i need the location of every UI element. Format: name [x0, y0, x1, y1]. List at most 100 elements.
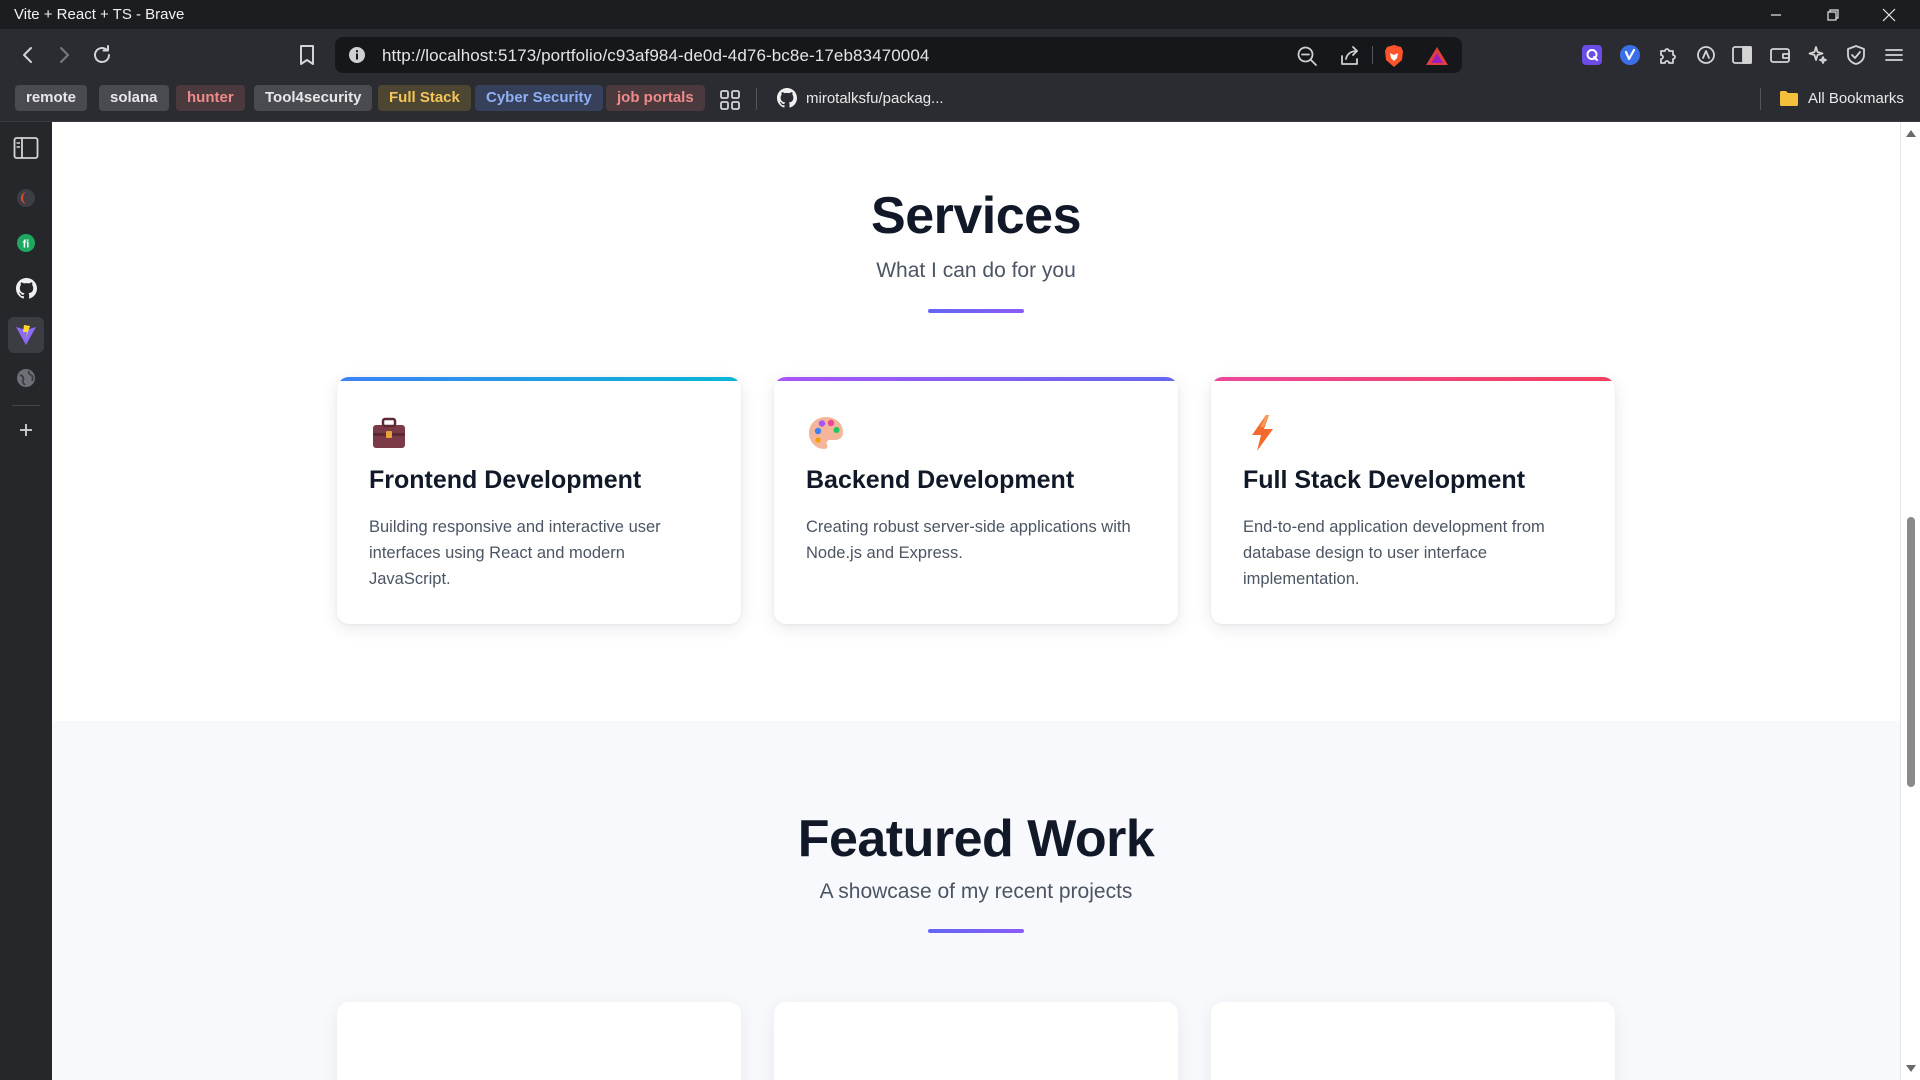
back-button[interactable]	[13, 40, 43, 70]
zoom-out-icon	[1297, 46, 1317, 66]
browser-sidebar: fi	[0, 122, 52, 1080]
share-button[interactable]	[1338, 44, 1362, 68]
minimize-button[interactable]	[1753, 0, 1799, 29]
site-info-icon[interactable]	[347, 45, 367, 65]
leo-ai-button[interactable]	[1806, 43, 1830, 67]
card-accent-bar	[774, 377, 1178, 381]
sidebar-divider	[12, 405, 40, 406]
vite-icon	[16, 325, 36, 345]
service-card-description: Building responsive and interactive user…	[369, 518, 661, 588]
service-card-title: Full Stack Development	[1243, 466, 1526, 494]
extension-q-button[interactable]	[1580, 43, 1604, 67]
restore-icon	[1827, 8, 1839, 21]
apps-button[interactable]	[715, 85, 745, 115]
project-card[interactable]	[337, 1002, 741, 1080]
bookmark-tool4security[interactable]: Tool4security	[254, 85, 373, 111]
apps-grid-icon	[720, 90, 740, 110]
card-accent-bar	[1211, 377, 1615, 381]
service-card-frontend: Frontend Development Building responsive…	[337, 377, 741, 624]
scroll-up-arrow[interactable]	[1906, 130, 1916, 137]
url-separator	[1372, 46, 1373, 64]
wallet-button[interactable]	[1768, 43, 1792, 67]
bookmark-icon	[300, 45, 314, 65]
featured-divider	[928, 929, 1024, 933]
all-bookmarks-button[interactable]: All Bookmarks	[1779, 85, 1904, 111]
menu-icon	[1885, 49, 1903, 61]
page-scrollbar[interactable]	[1900, 122, 1920, 1080]
sidebar-item-brave-talk[interactable]	[12, 184, 40, 212]
service-card-description: End-to-end application development from …	[1243, 518, 1545, 588]
scroll-down-arrow[interactable]	[1906, 1065, 1916, 1072]
service-card-backend: Backend Development Creating robust serv…	[774, 377, 1178, 624]
sidebar-item-app[interactable]: fi	[12, 229, 40, 257]
forward-button[interactable]	[49, 40, 79, 70]
browser-toolbar: http://localhost:5173/portfolio/c93af984…	[0, 29, 1920, 79]
vpn-shield-icon	[1847, 45, 1865, 65]
leo-ai-icon	[1808, 46, 1827, 64]
services-title: Services	[871, 187, 1081, 245]
sidebar-item-globe[interactable]	[12, 364, 40, 392]
sidebar-item-vite[interactable]	[8, 317, 44, 353]
bookmark-job-portals[interactable]: job portals	[606, 85, 705, 111]
sidebar-toggle-button[interactable]	[1730, 43, 1754, 67]
featured-title: Featured Work	[797, 810, 1155, 868]
wallet-icon	[1770, 48, 1790, 63]
github-icon	[777, 88, 797, 108]
bookmarks-separator	[756, 88, 757, 110]
services-section: Services What I can do for you Frontend …	[52, 122, 1900, 721]
lightning-icon	[1252, 415, 1273, 451]
github-icon	[15, 277, 37, 298]
close-button[interactable]	[1866, 0, 1912, 29]
sidebar-panel-button[interactable]	[12, 134, 40, 162]
close-icon	[1882, 8, 1896, 21]
bookmark-solana[interactable]: solana	[99, 85, 169, 111]
app-green-icon: fi	[17, 234, 35, 252]
service-card-description: Creating robust server-side applications…	[806, 518, 1131, 562]
briefcase-icon	[373, 417, 405, 448]
bookmark-github[interactable]: mirotalksfu/packag...	[777, 85, 944, 111]
reload-button[interactable]	[87, 40, 117, 70]
bookmark-page-button[interactable]	[292, 40, 322, 70]
address-url[interactable]: http://localhost:5173/portfolio/c93af984…	[382, 46, 929, 66]
brave-rewards-icon	[1426, 47, 1448, 65]
zoom-button[interactable]	[1295, 44, 1319, 68]
share-icon	[1341, 46, 1358, 65]
bookmark-cyber-security[interactable]: Cyber Security	[475, 85, 603, 111]
window-title: Vite + React + TS - Brave	[14, 6, 185, 23]
scroll-thumb[interactable]	[1907, 517, 1915, 787]
folder-icon	[1780, 90, 1798, 106]
bookmark-remote[interactable]: remote	[15, 85, 88, 111]
restore-button[interactable]	[1810, 0, 1856, 29]
bookmark-github-label: mirotalksfu/packag...	[806, 89, 944, 107]
project-card[interactable]	[774, 1002, 1178, 1080]
bookmarks-bar: remote solana hunter Tool4security Full Stac…	[0, 79, 1920, 122]
leo-icon	[1697, 46, 1715, 64]
palette-icon	[809, 417, 843, 449]
services-subtitle: What I can do for you	[876, 259, 1076, 282]
bookmark-full-stack[interactable]: Full Stack	[378, 85, 471, 111]
back-icon	[23, 47, 32, 63]
window-title-bar: Vite + React + TS - Brave	[0, 0, 1920, 29]
brave-shields-icon	[1385, 45, 1403, 67]
puzzle-icon	[1660, 48, 1676, 64]
forward-icon	[60, 47, 69, 63]
card-accent-bar	[337, 377, 741, 381]
featured-subtitle: A showcase of my recent projects	[819, 880, 1133, 903]
service-card-title: Backend Development	[806, 466, 1075, 494]
sidebar-panel-icon	[13, 137, 39, 159]
bookmark-hunter[interactable]: hunter	[176, 85, 245, 111]
extension-v-button[interactable]	[1618, 43, 1642, 67]
brave-shields-button[interactable]	[1382, 44, 1406, 68]
sidebar-toggle-icon	[1732, 46, 1752, 64]
service-card-fullstack: Full Stack Development End-to-end applic…	[1211, 377, 1615, 624]
main-menu-button[interactable]	[1882, 43, 1906, 67]
all-bookmarks-label: All Bookmarks	[1808, 89, 1904, 107]
leo-button[interactable]	[1694, 43, 1718, 67]
address-bar[interactable]: http://localhost:5173/portfolio/c93af984…	[335, 37, 1462, 73]
brave-rewards-button[interactable]	[1425, 44, 1449, 68]
extensions-button[interactable]	[1656, 43, 1680, 67]
sidebar-item-github[interactable]	[12, 274, 40, 302]
sidebar-add-button[interactable]	[12, 416, 40, 444]
project-card[interactable]	[1211, 1002, 1615, 1080]
vpn-button[interactable]	[1844, 43, 1868, 67]
